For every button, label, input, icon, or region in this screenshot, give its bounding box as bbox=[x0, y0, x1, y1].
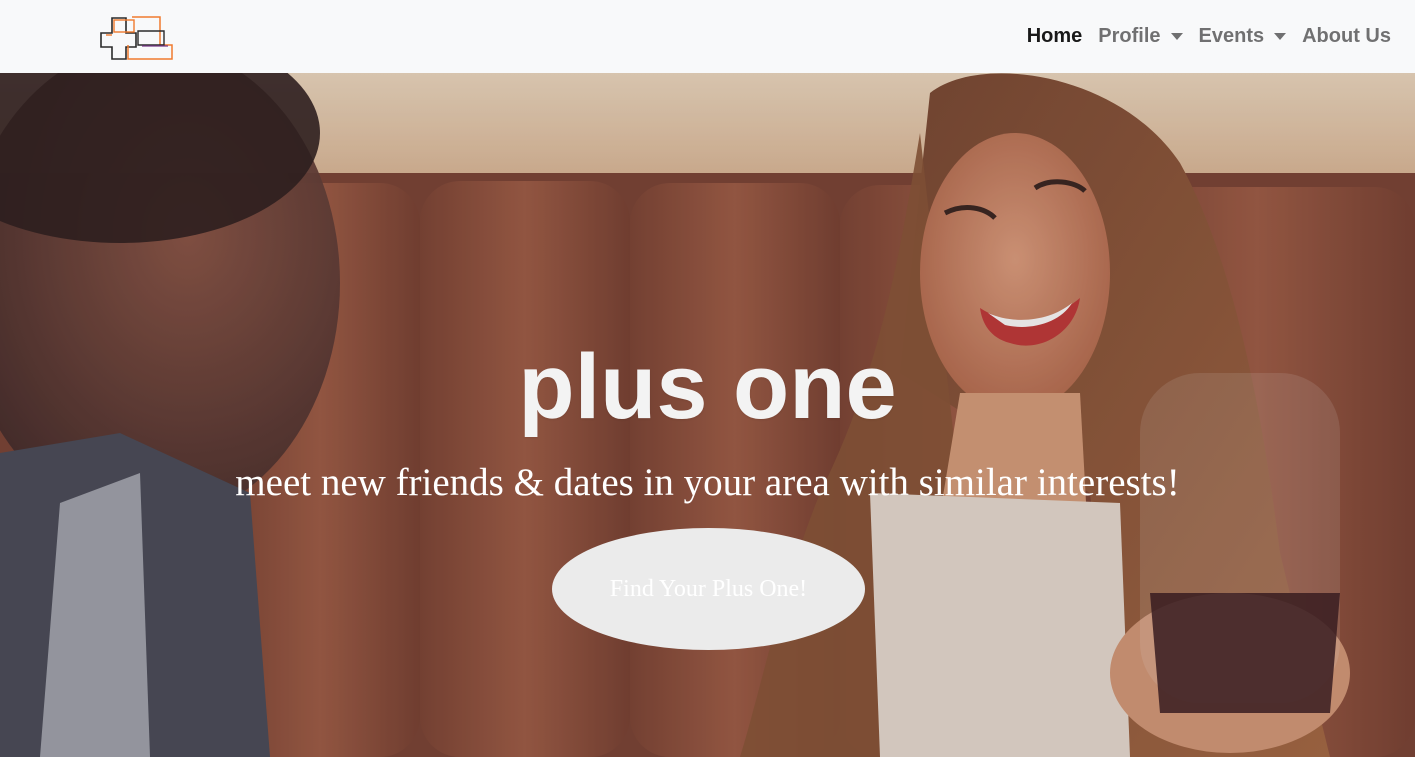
nav-item-label: Events bbox=[1198, 25, 1265, 47]
caret-down-icon bbox=[1274, 33, 1287, 40]
nav-menu: Home Profile Events About Us bbox=[1019, 0, 1399, 73]
nav-item-label: Home bbox=[1026, 25, 1083, 47]
hero-title: plus one bbox=[518, 336, 897, 438]
navbar: Home Profile Events About Us bbox=[0, 0, 1415, 73]
caret-down-icon bbox=[1170, 33, 1183, 40]
hero-subtitle: meet new friends & dates in your area wi… bbox=[235, 461, 1180, 504]
plus-one-logo-icon[interactable] bbox=[98, 15, 176, 61]
nav-item-home[interactable]: Home bbox=[1019, 25, 1091, 48]
nav-item-label: Profile bbox=[1098, 25, 1161, 47]
nav-item-events[interactable]: Events bbox=[1191, 25, 1295, 48]
nav-item-label: About Us bbox=[1302, 25, 1391, 47]
nav-item-about-us[interactable]: About Us bbox=[1294, 25, 1399, 48]
find-your-plus-one-button[interactable]: Find Your Plus One! bbox=[552, 528, 865, 650]
nav-item-profile[interactable]: Profile bbox=[1090, 25, 1190, 48]
